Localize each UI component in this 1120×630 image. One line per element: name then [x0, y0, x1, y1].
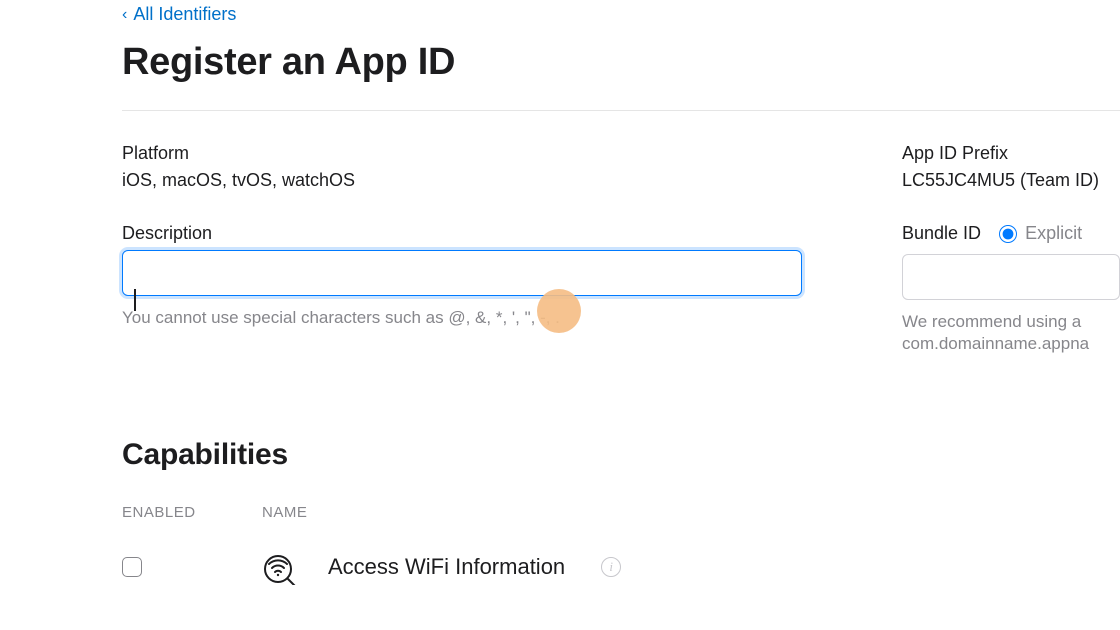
platform-value: iOS, macOS, tvOS, watchOS	[122, 170, 802, 191]
bundle-id-explicit-label: Explicit	[1025, 223, 1082, 244]
info-icon[interactable]: i	[601, 557, 621, 577]
wifi-search-icon	[262, 549, 298, 585]
platform-label: Platform	[122, 143, 802, 164]
description-label: Description	[122, 223, 802, 244]
capabilities-header-enabled: ENABLED	[122, 504, 214, 521]
capability-name: Access WiFi Information	[328, 554, 565, 580]
app-id-prefix-value: LC55JC4MU5 (Team ID)	[902, 170, 1120, 191]
bundle-id-help-text-2: com.domainname.appna	[902, 334, 1120, 354]
chevron-left-icon: ‹	[122, 6, 127, 24]
capability-row: Access WiFi Information i	[122, 549, 1120, 585]
capabilities-title: Capabilities	[122, 438, 1120, 472]
divider	[122, 110, 1120, 111]
description-help-text: You cannot use special characters such a…	[122, 308, 802, 328]
bundle-id-input[interactable]	[902, 254, 1120, 300]
bundle-id-label: Bundle ID	[902, 223, 981, 244]
back-link-label: All Identifiers	[133, 4, 236, 25]
capabilities-header-name: NAME	[262, 504, 307, 521]
capability-enabled-checkbox[interactable]	[122, 557, 142, 577]
description-input[interactable]	[122, 250, 802, 296]
app-id-prefix-label: App ID Prefix	[902, 143, 1120, 164]
page-title: Register an App ID	[122, 41, 1120, 84]
bundle-id-explicit-radio[interactable]	[999, 225, 1017, 243]
back-all-identifiers-link[interactable]: ‹ All Identifiers	[122, 4, 236, 25]
bundle-id-help-text-1: We recommend using a	[902, 312, 1120, 332]
